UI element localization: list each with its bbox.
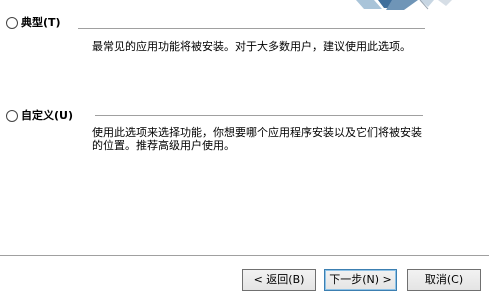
option-typical[interactable]: 典型(T) bbox=[6, 16, 61, 30]
option-typical-divider bbox=[78, 28, 425, 29]
option-custom-description: 使用此选项来选择功能，你想要哪个应用程序安装以及它们将被安装的位置。推荐高级用户… bbox=[92, 126, 422, 152]
footer-divider bbox=[0, 255, 489, 257]
next-button[interactable]: 下一步(N) > bbox=[324, 269, 397, 291]
back-button[interactable]: < 返回(B) bbox=[242, 269, 316, 291]
option-custom[interactable]: 自定义(U) bbox=[6, 109, 73, 123]
cancel-button[interactable]: 取消(C) bbox=[407, 269, 481, 291]
radio-custom[interactable] bbox=[6, 110, 18, 122]
option-custom-label[interactable]: 自定义(U) bbox=[21, 109, 73, 123]
header-banner-art bbox=[334, 0, 489, 10]
radio-typical[interactable] bbox=[6, 17, 18, 29]
option-custom-divider bbox=[95, 115, 423, 116]
option-typical-description: 最常见的应用功能将被安装。对于大多数用户，建议使用此选项。 bbox=[92, 40, 411, 53]
option-typical-label[interactable]: 典型(T) bbox=[21, 16, 61, 30]
